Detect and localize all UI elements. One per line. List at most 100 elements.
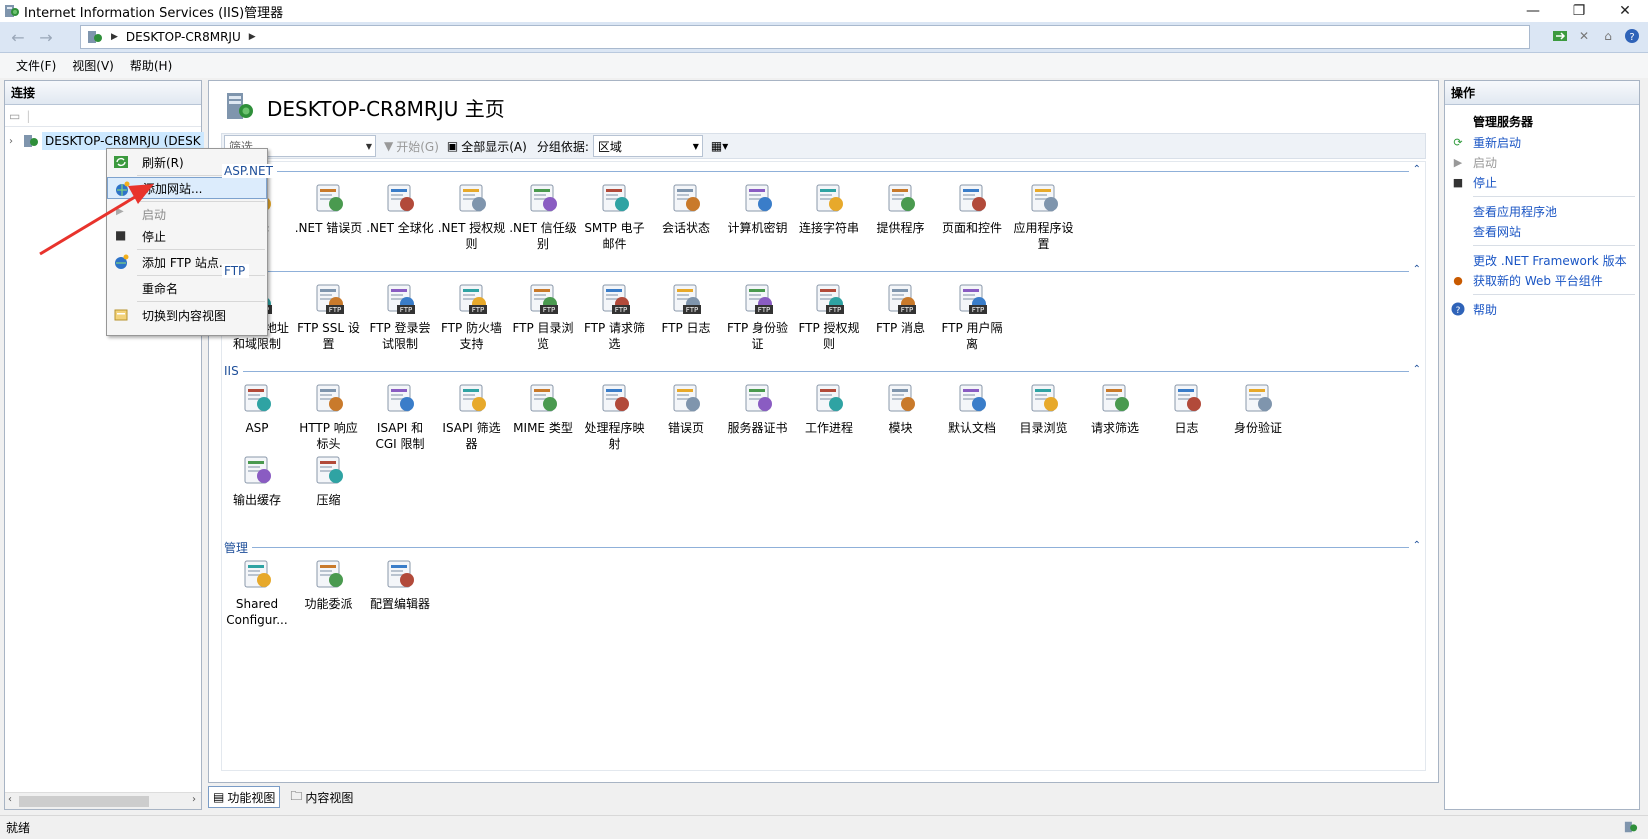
action-help[interactable]: ? 帮助: [1445, 299, 1639, 319]
view-mode-icon[interactable]: ▦▾: [711, 139, 728, 153]
feature-tile[interactable]: 身份验证: [1223, 378, 1293, 436]
feature-tile[interactable]: .NET 信任级别: [508, 178, 578, 252]
svg-text:FTP: FTP: [829, 306, 841, 314]
chevron-down-icon[interactable]: ▼: [366, 142, 372, 151]
feature-tile[interactable]: 输出缓存: [222, 450, 292, 508]
feature-tile[interactable]: MIME 类型: [508, 378, 578, 436]
feature-tile[interactable]: 默认文档: [937, 378, 1007, 436]
action-view-sites[interactable]: 查看网站: [1445, 221, 1639, 241]
feature-tile[interactable]: 压缩: [294, 450, 364, 508]
minimize-button[interactable]: —: [1510, 0, 1556, 22]
help-icon[interactable]: ?: [1622, 27, 1642, 45]
tab-content-view[interactable]: 🗀 内容视图: [286, 786, 357, 808]
menu-item-rename[interactable]: 重命名: [107, 277, 267, 299]
feature-tile[interactable]: 连接字符串: [794, 178, 864, 236]
svg-text:FTP: FTP: [900, 306, 912, 314]
menu-view[interactable]: 视图(V): [64, 57, 122, 74]
feature-tile[interactable]: 请求筛选: [1080, 378, 1150, 436]
horizontal-scrollbar[interactable]: ‹ ›: [5, 792, 201, 809]
stop-square-icon: ■: [1452, 175, 1464, 189]
action-get-components[interactable]: ● 获取新的 Web 平台组件: [1445, 270, 1639, 290]
feature-tile[interactable]: 会话状态: [651, 178, 721, 236]
menu-separator: [137, 201, 265, 202]
menu-help[interactable]: 帮助(H): [122, 57, 180, 74]
feature-tile[interactable]: 工作进程: [794, 378, 864, 436]
expand-icon[interactable]: ›: [9, 136, 23, 147]
collapse-icon[interactable]: ⌃: [1413, 164, 1421, 175]
group-by-select[interactable]: 区域 ▼: [592, 135, 703, 157]
feature-tile[interactable]: ISAPI 和 CGI 限制: [365, 378, 435, 452]
collapse-icon[interactable]: ⌃: [1413, 364, 1421, 375]
back-button[interactable]: ←: [6, 26, 30, 48]
breadcrumb-arrow-icon[interactable]: ▶: [249, 32, 256, 42]
feature-tile[interactable]: ASP: [222, 378, 292, 436]
menu-item-stop[interactable]: ■ 停止: [107, 225, 267, 247]
collapse-icon[interactable]: ⌃: [1413, 264, 1421, 275]
feature-tile[interactable]: ISAPI 筛选器: [437, 378, 507, 452]
restore-button[interactable]: ❐: [1556, 0, 1602, 22]
action-change-framework[interactable]: 更改 .NET Framework 版本: [1445, 250, 1639, 270]
feature-tile[interactable]: 错误页: [651, 378, 721, 436]
feature-tile[interactable]: 页面和控件: [937, 178, 1007, 236]
forward-button[interactable]: →: [34, 26, 58, 48]
home-icon[interactable]: ⌂: [1598, 27, 1618, 45]
feature-icon: [387, 560, 414, 588]
feature-tile[interactable]: FTP FTP 目录浏览: [508, 278, 578, 352]
feature-tile[interactable]: 应用程序设置: [1009, 178, 1079, 252]
show-all-button[interactable]: ▣ 全部显示(A): [447, 138, 527, 155]
svg-text:FTP: FTP: [543, 306, 555, 314]
action-start[interactable]: ▶ 启动: [1445, 152, 1639, 172]
close-button[interactable]: ✕: [1602, 0, 1648, 22]
feature-tile[interactable]: FTP FTP 授权规则: [794, 278, 864, 352]
feature-tile[interactable]: FTP FTP 防火墙支持: [437, 278, 507, 352]
feature-tile[interactable]: FTP FTP 登录尝试限制: [365, 278, 435, 352]
menu-item-switch-content-view[interactable]: 切换到内容视图: [107, 304, 267, 326]
scroll-right-icon[interactable]: ›: [192, 794, 196, 805]
feature-tile[interactable]: 模块: [866, 378, 936, 436]
feature-tile[interactable]: .NET 授权规则: [437, 178, 507, 252]
feature-tile[interactable]: 计算机密钥: [723, 178, 793, 236]
feature-tile[interactable]: 提供程序: [866, 178, 936, 236]
address-field[interactable]: ▶ DESKTOP-CR8MRJU ▶: [80, 25, 1530, 49]
tab-features-view[interactable]: ▤ 功能视图: [208, 786, 281, 808]
breadcrumb-server[interactable]: DESKTOP-CR8MRJU: [126, 30, 241, 44]
action-view-app-pools[interactable]: 查看应用程序池: [1445, 201, 1639, 221]
chevron-down-icon[interactable]: ▼: [693, 142, 699, 151]
feature-label: Shared Configur...: [226, 597, 288, 627]
scroll-left-icon[interactable]: ‹: [8, 794, 12, 805]
feature-label: .NET 信任级别: [509, 221, 577, 251]
new-connection-icon[interactable]: ▭: [9, 109, 20, 123]
feature-tile[interactable]: Shared Configur...: [222, 554, 292, 628]
menu-file[interactable]: 文件(F): [8, 57, 64, 74]
connect-icon[interactable]: [1550, 27, 1570, 45]
feature-label: FTP 授权规则: [798, 321, 860, 351]
menu-item-start[interactable]: ▶ 启动: [107, 203, 267, 225]
action-restart[interactable]: ⟳ 重新启动: [1445, 132, 1639, 152]
feature-tile[interactable]: HTTP 响应标头: [294, 378, 364, 452]
feature-tile[interactable]: 目录浏览: [1009, 378, 1079, 436]
feature-tile[interactable]: 功能委派: [294, 554, 364, 612]
stop-icon[interactable]: ✕: [1574, 27, 1594, 45]
feature-tile[interactable]: SMTP 电子邮件: [580, 178, 650, 252]
feature-tile[interactable]: FTP FTP SSL 设置: [294, 278, 364, 352]
feature-tile[interactable]: 配置编辑器: [365, 554, 435, 612]
feature-tile[interactable]: .NET 错误页: [294, 178, 364, 236]
feature-tile[interactable]: FTP FTP 消息: [866, 278, 936, 336]
address-bar: ← → ▶ DESKTOP-CR8MRJU ▶ ✕ ⌂ ?: [0, 22, 1648, 53]
menu-separator: [137, 301, 265, 302]
menu-item-add-site[interactable]: 添加网站...: [107, 177, 267, 199]
feature-tile[interactable]: FTP FTP 日志: [651, 278, 721, 336]
feature-tile[interactable]: 服务器证书: [723, 378, 793, 436]
feature-tile[interactable]: .NET 全球化: [365, 178, 435, 236]
feature-tile[interactable]: FTP FTP 用户隔离: [937, 278, 1007, 352]
scrollbar-thumb[interactable]: [19, 796, 149, 807]
feature-icon: [316, 184, 343, 212]
start-filter-button[interactable]: ▼ 开始(G): [384, 138, 439, 155]
feature-tile[interactable]: 日志: [1152, 378, 1222, 436]
action-stop[interactable]: ■ 停止: [1445, 172, 1639, 192]
collapse-icon[interactable]: ⌃: [1413, 540, 1421, 551]
feature-tile[interactable]: FTP FTP 请求筛选: [580, 278, 650, 352]
feature-tile[interactable]: 处理程序映射: [580, 378, 650, 452]
breadcrumb-arrow-icon[interactable]: ▶: [111, 32, 118, 42]
feature-tile[interactable]: FTP FTP 身份验证: [723, 278, 793, 352]
